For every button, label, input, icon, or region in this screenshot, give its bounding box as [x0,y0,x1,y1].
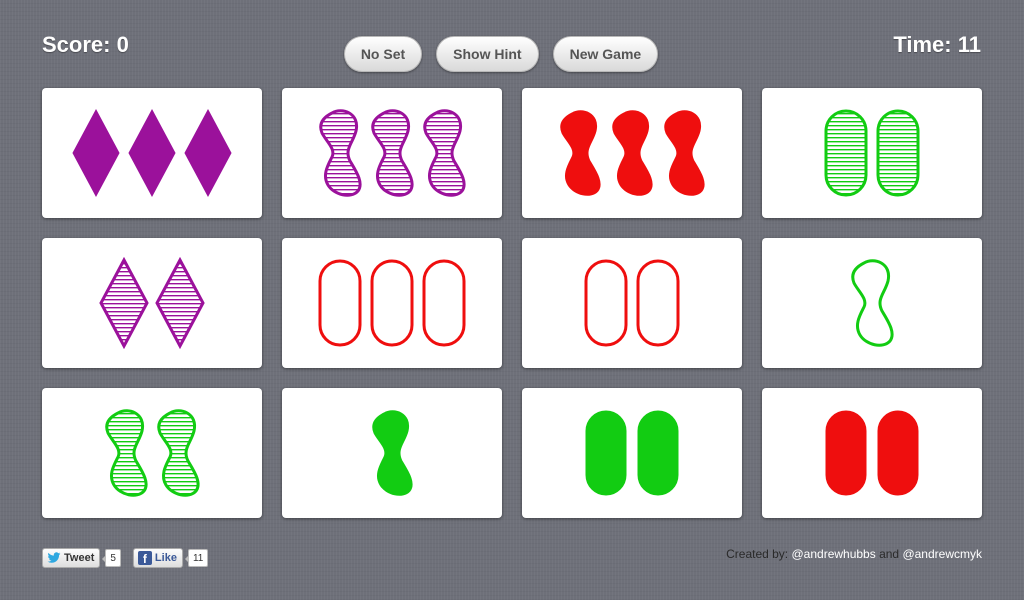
diamond-symbol [72,108,120,198]
squiggle-symbol [560,110,601,196]
credits: Created by: @andrewhubbs and @andrewcmyk [726,547,982,561]
squiggle-symbols [319,109,466,197]
set-card[interactable] [42,88,262,218]
social-buttons: Tweet 5 f Like 11 [42,548,209,568]
set-card[interactable] [42,238,262,368]
squiggle-symbol [851,259,894,347]
oval-symbol [584,259,628,347]
oval-symbol [318,259,362,347]
diamond-symbols [72,108,232,198]
set-card[interactable] [42,388,262,518]
set-card[interactable] [282,238,502,368]
set-card[interactable] [522,388,742,518]
like-widget: f Like 11 [132,548,209,568]
squiggle-symbol [612,110,653,196]
new-game-button[interactable]: New Game [552,36,659,72]
set-card[interactable] [282,88,502,218]
facebook-f-icon: f [137,551,152,565]
oval-symbol [636,259,680,347]
oval-symbol [637,410,679,496]
diamond-symbol [184,108,232,198]
oval-symbol [876,109,920,197]
set-card[interactable] [282,388,502,518]
game-controls: No Set Show Hint New Game [0,36,1024,72]
twitter-bird-icon [47,552,61,563]
tweet-label: Tweet [64,552,95,564]
oval-symbol [370,259,414,347]
diamond-symbol [99,257,149,349]
set-card[interactable] [762,88,982,218]
squiggle-symbol [371,109,414,197]
set-card[interactable] [762,388,982,518]
set-card[interactable] [522,88,742,218]
squiggle-symbol [423,109,466,197]
tweet-button[interactable]: Tweet [42,548,101,568]
diamond-symbols [99,257,205,349]
squiggle-symbol [319,109,362,197]
oval-symbols [825,410,919,496]
set-card[interactable] [762,238,982,368]
credits-prefix: Created by: [726,547,789,561]
oval-symbol [824,109,868,197]
author-link-andrewcmyk[interactable]: @andrewcmyk [902,547,982,561]
tweet-count: 5 [102,549,121,567]
squiggle-symbol [105,409,148,497]
set-card[interactable] [522,238,742,368]
card-board [42,88,982,518]
oval-symbol [422,259,466,347]
like-count: 11 [184,549,209,567]
oval-symbol [825,410,867,496]
oval-symbols [584,259,680,347]
oval-symbols [824,109,920,197]
like-button[interactable]: f Like [132,548,183,568]
oval-symbol [585,410,627,496]
oval-symbol [877,410,919,496]
squiggle-symbols [851,259,894,347]
diamond-symbol [128,108,176,198]
squiggle-symbols [105,409,200,497]
diamond-symbol [155,257,205,349]
squiggle-symbol [157,409,200,497]
tweet-widget: Tweet 5 [42,548,121,568]
credits-joiner: and [879,547,900,561]
squiggle-symbols [560,110,705,196]
oval-symbols [318,259,466,347]
squiggle-symbols [372,410,413,496]
author-link-andrewhubbs[interactable]: @andrewhubbs [792,547,876,561]
squiggle-symbol [664,110,705,196]
oval-symbols [585,410,679,496]
squiggle-symbol [372,410,413,496]
show-hint-button[interactable]: Show Hint [436,36,539,72]
no-set-button[interactable]: No Set [343,36,423,72]
like-label: Like [154,552,177,564]
